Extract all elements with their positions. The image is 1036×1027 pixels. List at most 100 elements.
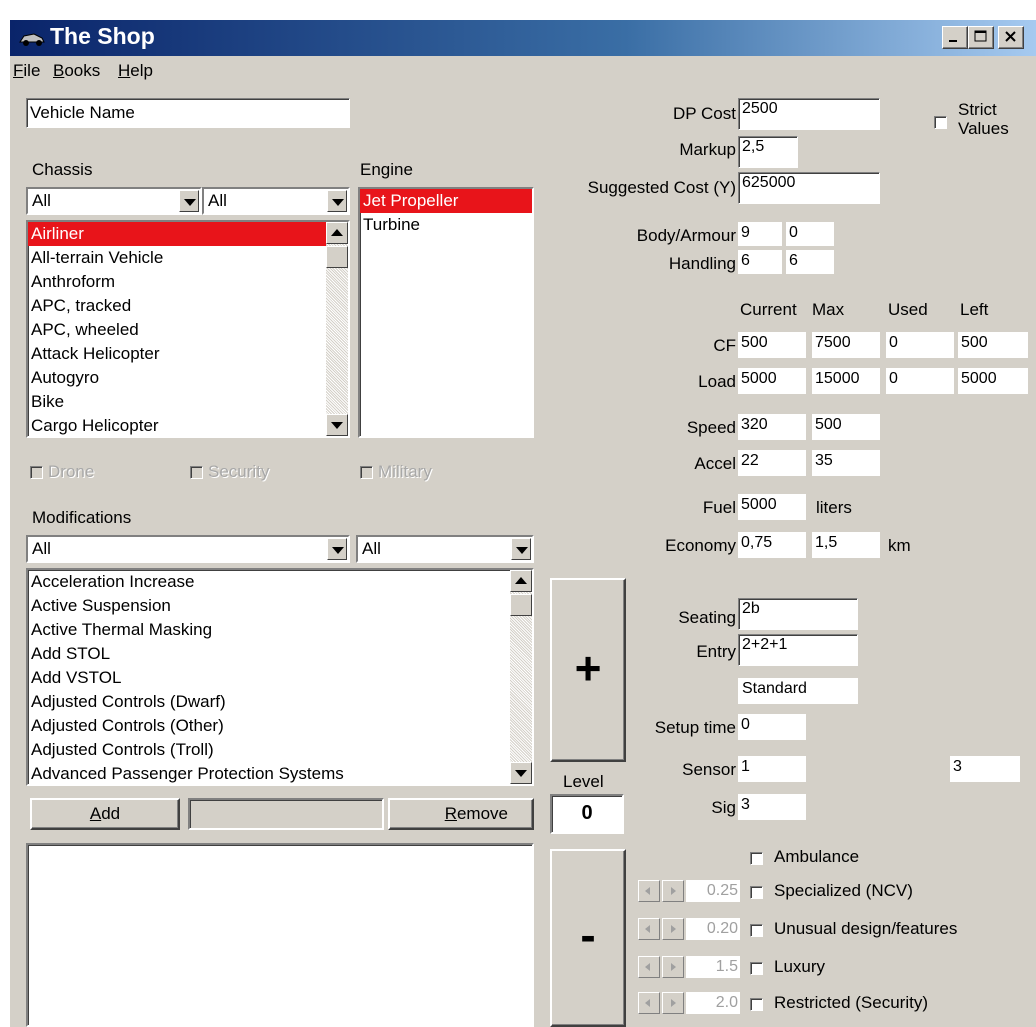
chassis-list-item[interactable]: APC, tracked	[28, 294, 348, 318]
title-bar[interactable]: The Shop	[10, 20, 1036, 56]
strict-values-checkbox[interactable]	[934, 116, 947, 129]
specialized-checkbox[interactable]	[750, 886, 763, 899]
chassis-list-item[interactable]: Anthroform	[28, 270, 348, 294]
menu-books[interactable]: Books	[53, 61, 100, 81]
modification-list-item[interactable]: Acceleration Increase	[28, 570, 532, 594]
modification-list-item[interactable]: Adjusted Controls (Troll)	[28, 738, 532, 762]
chassis-list-item[interactable]: Autogyro	[28, 366, 348, 390]
menu-bar: File Books Help	[10, 58, 1036, 86]
chevron-down-icon[interactable]	[327, 538, 347, 560]
close-button[interactable]	[998, 26, 1024, 49]
drone-label: Drone	[48, 462, 95, 481]
strict-values-label: Strict Values	[958, 100, 1009, 138]
modification-detail-field	[188, 798, 384, 830]
installed-modifications-list[interactable]	[26, 843, 534, 1027]
maximize-icon	[974, 30, 987, 42]
modification-list-item[interactable]: Active Suspension	[28, 594, 532, 618]
drone-checkbox[interactable]	[30, 466, 43, 479]
luxury-increase-arrow-icon[interactable]	[662, 956, 684, 978]
cf-max: 7500	[812, 332, 880, 358]
specialized-increase-arrow-icon[interactable]	[662, 880, 684, 902]
unusual-design-decrease-arrow-icon[interactable]	[638, 918, 660, 940]
modifications-filter-2[interactable]: All	[356, 535, 534, 563]
seating-input[interactable]: 2b	[738, 598, 858, 630]
modifications-list[interactable]: Acceleration Increase Active Suspension Ac…	[26, 568, 534, 786]
scroll-thumb[interactable]	[326, 246, 348, 268]
restricted-increase-arrow-icon[interactable]	[662, 992, 684, 1014]
luxury-decrease-arrow-icon[interactable]	[638, 956, 660, 978]
engine-list-item[interactable]: Jet Propeller	[360, 189, 532, 213]
modification-list-item[interactable]: Active Thermal Masking	[28, 618, 532, 642]
accel-current: 22	[738, 450, 806, 476]
add-button[interactable]: Add	[30, 798, 180, 830]
restricted-multiplier: 2.0	[686, 992, 740, 1014]
scroll-thumb[interactable]	[510, 594, 532, 616]
handling-value-1: 6	[738, 250, 782, 274]
level-decrease-button[interactable]: -	[550, 849, 626, 1027]
scroll-up-icon[interactable]	[326, 222, 348, 244]
chassis-list-item[interactable]: APC, wheeled	[28, 318, 348, 342]
chassis-label: Chassis	[32, 160, 93, 179]
restricted-label: Restricted (Security)	[774, 993, 928, 1012]
accel-label: Accel	[694, 454, 736, 473]
entry-label: Entry	[696, 642, 736, 661]
minimize-button[interactable]	[942, 26, 968, 49]
chevron-down-icon[interactable]	[179, 190, 199, 212]
scroll-up-icon[interactable]	[510, 570, 532, 592]
specialized-decrease-arrow-icon[interactable]	[638, 880, 660, 902]
load-label: Load	[698, 372, 736, 391]
load-left: 5000	[958, 368, 1028, 394]
chassis-filter-1[interactable]: All	[26, 187, 202, 215]
chassis-scrollbar[interactable]	[326, 222, 348, 436]
chassis-list-item[interactable]: Attack Helicopter	[28, 342, 348, 366]
sig-label: Sig	[711, 798, 736, 817]
maximize-button[interactable]	[968, 26, 994, 49]
modification-list-item[interactable]: Adjusted Controls (Other)	[28, 714, 532, 738]
left-column-header: Left	[960, 300, 989, 319]
menu-file[interactable]: File	[13, 61, 40, 81]
chassis-list[interactable]: Airliner All-terrain Vehicle Anthroform APC…	[26, 220, 350, 438]
fuel-value: 5000	[738, 494, 806, 520]
chevron-down-icon[interactable]	[327, 190, 347, 212]
economy-value-1: 0,75	[738, 532, 806, 558]
setup-time-value: 0	[738, 714, 806, 740]
markup-input[interactable]: 2,5	[738, 136, 798, 168]
sensor-value-2: 3	[950, 756, 1020, 782]
modifications-scrollbar[interactable]	[510, 570, 532, 784]
restricted-decrease-arrow-icon[interactable]	[638, 992, 660, 1014]
luxury-checkbox[interactable]	[750, 962, 763, 975]
vehicle-name-input[interactable]: Vehicle Name	[26, 98, 350, 128]
remove-button[interactable]: Remove	[388, 798, 534, 830]
entry-input[interactable]: 2+2+1	[738, 634, 858, 666]
chassis-list-item[interactable]: Airliner	[28, 222, 348, 246]
security-label: Security	[208, 462, 270, 481]
ambulance-checkbox[interactable]	[750, 852, 763, 865]
restricted-checkbox[interactable]	[750, 998, 763, 1011]
scroll-down-icon[interactable]	[510, 762, 532, 784]
chassis-filter-2[interactable]: All	[202, 187, 350, 215]
chassis-list-item[interactable]: All-terrain Vehicle	[28, 246, 348, 270]
modification-list-item[interactable]: Adjusted Controls (Dwarf)	[28, 690, 532, 714]
suggested-cost-input[interactable]: 625000	[738, 172, 880, 204]
cf-used: 0	[886, 332, 954, 358]
scroll-down-icon[interactable]	[326, 414, 348, 436]
engine-list[interactable]: Jet Propeller Turbine	[358, 187, 534, 438]
unusual-design-checkbox[interactable]	[750, 924, 763, 937]
military-checkbox[interactable]	[360, 466, 373, 479]
engine-list-item[interactable]: Turbine	[360, 213, 532, 237]
unusual-design-increase-arrow-icon[interactable]	[662, 918, 684, 940]
chassis-list-item[interactable]: Cargo Helicopter	[28, 414, 348, 436]
security-checkbox[interactable]	[190, 466, 203, 479]
modifications-filter-1[interactable]: All	[26, 535, 350, 563]
markup-label: Markup	[679, 140, 736, 159]
modification-list-item[interactable]: Add STOL	[28, 642, 532, 666]
chevron-down-icon[interactable]	[511, 538, 531, 560]
menu-help[interactable]: Help	[118, 61, 153, 81]
modification-list-item[interactable]: Add VSTOL	[28, 666, 532, 690]
accel-max: 35	[812, 450, 880, 476]
load-used: 0	[886, 368, 954, 394]
load-current: 5000	[738, 368, 806, 394]
chassis-list-item[interactable]: Bike	[28, 390, 348, 414]
modification-list-item[interactable]: Advanced Passenger Protection Systems	[28, 762, 532, 784]
dp-cost-input[interactable]: 2500	[738, 98, 880, 130]
